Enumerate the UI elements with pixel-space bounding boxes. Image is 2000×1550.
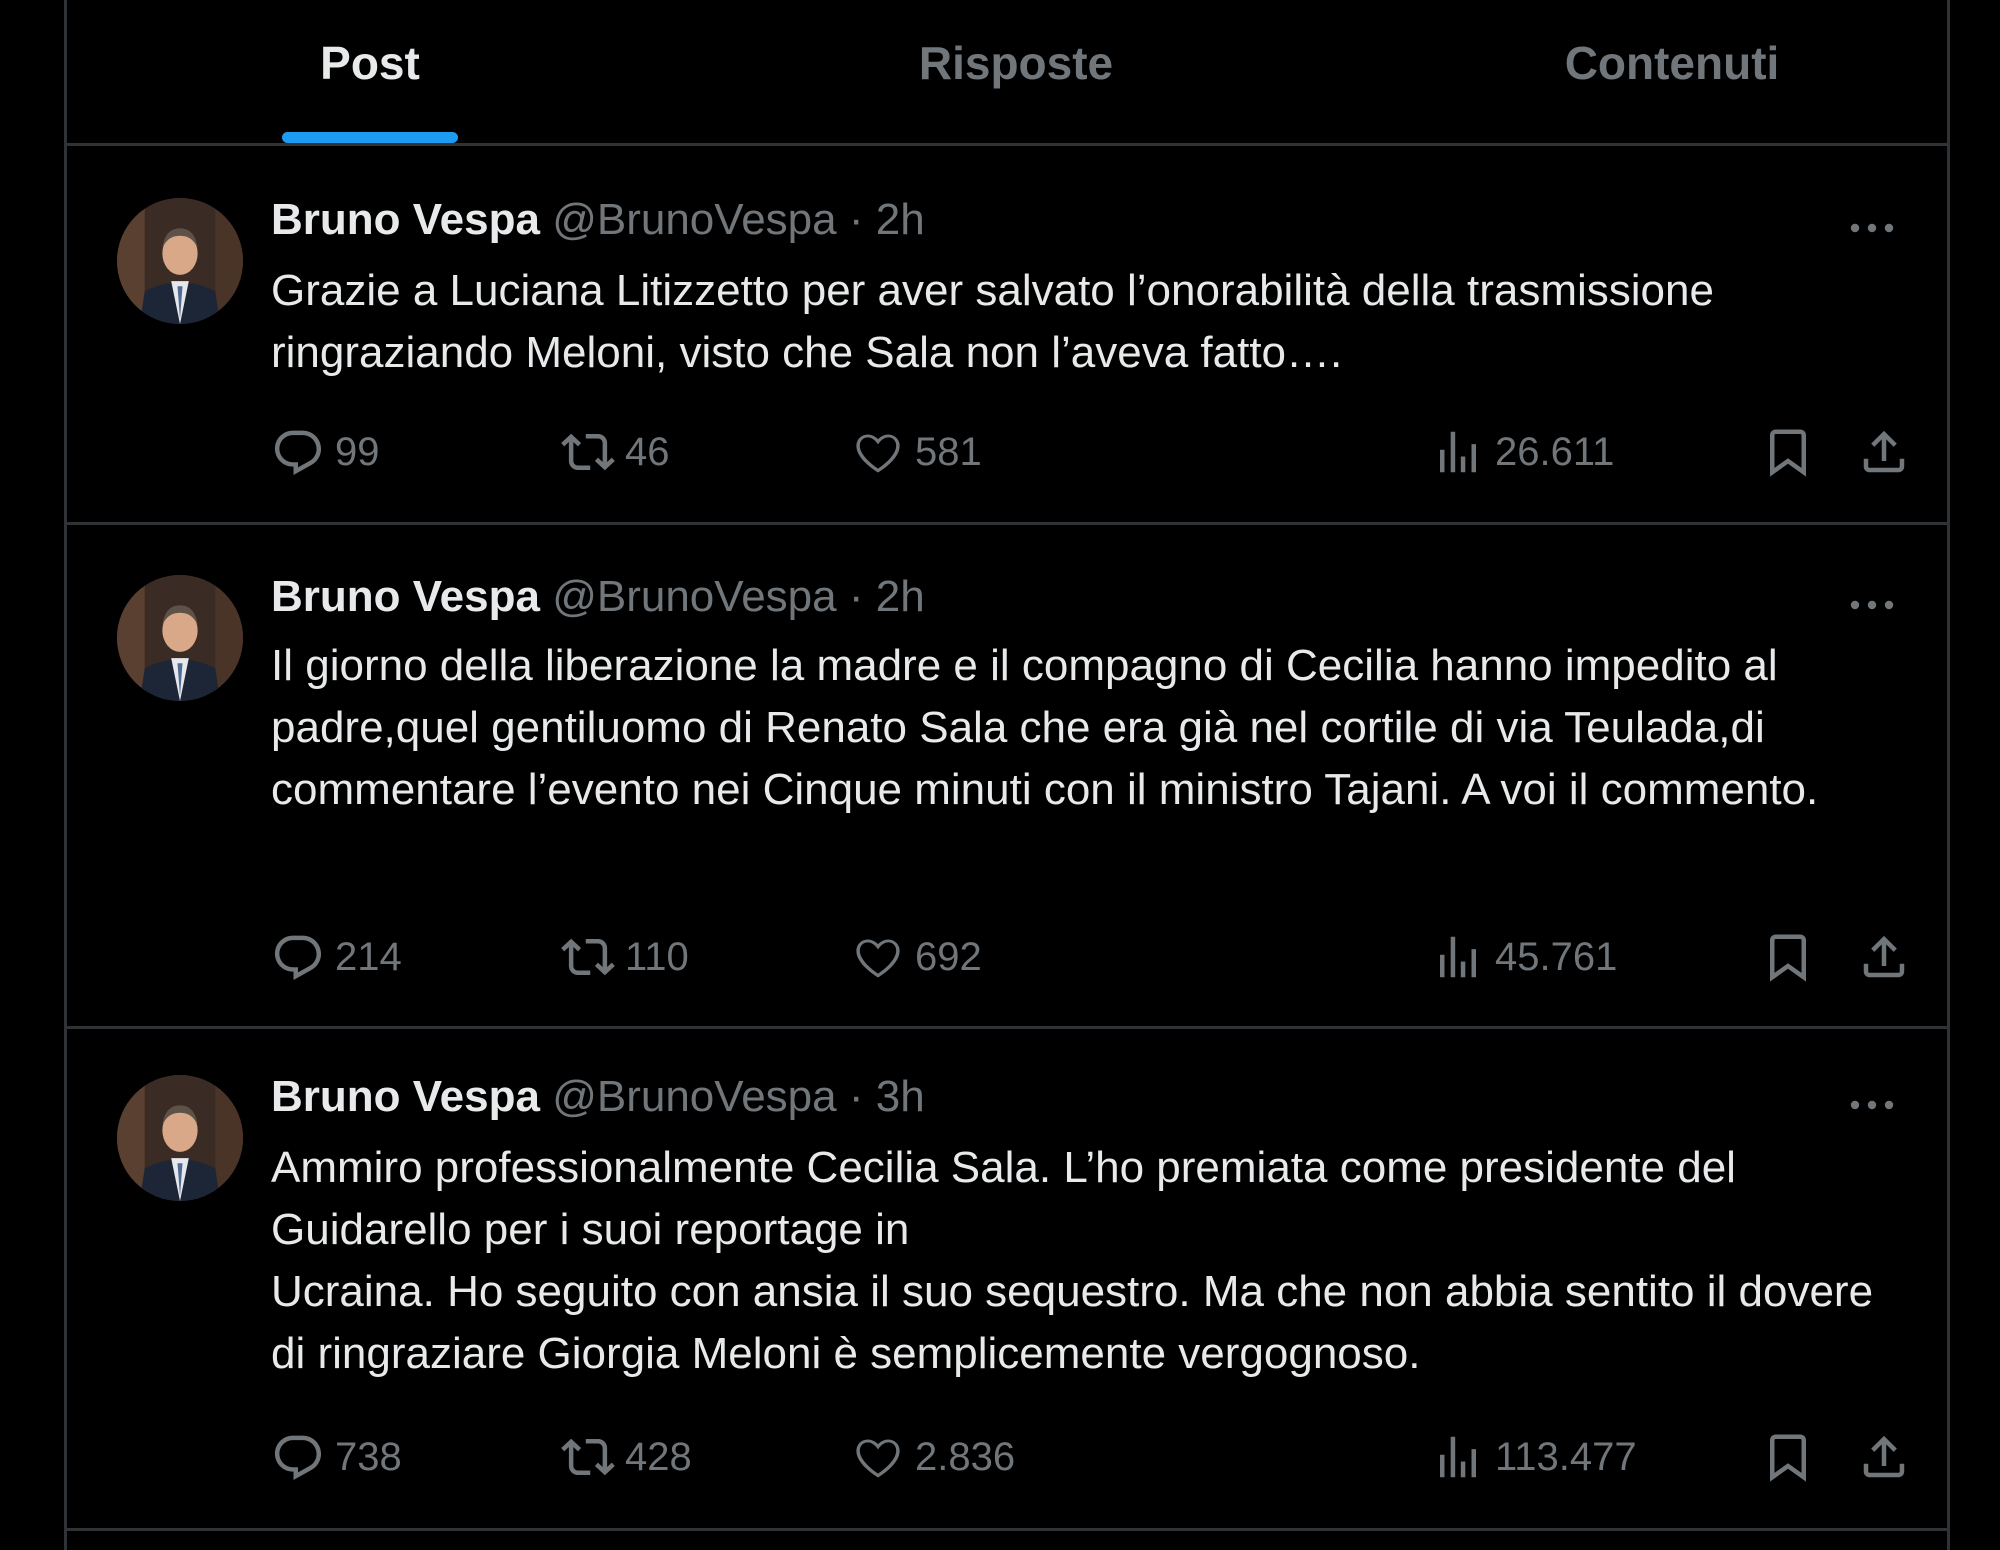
share-button[interactable] [1857,425,1911,479]
avatar-photo [117,1075,243,1201]
tweet[interactable]: Bruno Vespa @BrunoVespa · 2h Grazie a Lu… [67,146,1947,525]
bar-chart-icon [1440,936,1476,978]
share-upload-icon [1863,935,1905,978]
share-button[interactable] [1857,1430,1911,1484]
author-handle[interactable]: @BrunoVespa [552,1072,836,1121]
like-button[interactable]: 692 [851,927,982,987]
views-button[interactable]: 45.761 [1431,927,1617,987]
repost-arrows-icon [561,938,615,976]
tab-risposte[interactable]: Risposte [841,0,1191,143]
tweet-actions: 99 46 581 26.611 [271,422,1905,482]
share-button[interactable] [1857,930,1911,984]
avatar[interactable] [117,1075,243,1201]
tweet[interactable]: Bruno Vespa @BrunoVespa · 2h Il giorno d… [67,525,1947,1029]
bookmark-button[interactable] [1761,1430,1815,1484]
author-name[interactable]: Bruno Vespa [271,1072,540,1121]
tab-label: Risposte [918,37,1114,89]
tweet[interactable]: Bruno Vespa @BrunoVespa · 3h Ammiro prof… [67,1029,1947,1531]
tweet-text-paragraph: Il giorno della liberazione la madre e i… [271,641,1819,814]
bookmark-button[interactable] [1761,930,1815,984]
tweet-timestamp[interactable]: 2h [876,195,925,244]
author-handle[interactable]: @BrunoVespa [552,195,836,244]
reply-count: 738 [335,1434,402,1479]
like-button[interactable]: 2.836 [851,1427,1015,1487]
reply-count: 214 [335,934,402,979]
like-count: 2.836 [915,1434,1016,1479]
avatar[interactable] [117,198,243,324]
profile-timeline: Post Risposte Contenuti Bruno Vespa @Bru… [64,0,1950,1550]
views-count: 113.477 [1495,1434,1637,1479]
avatar-photo [117,575,243,701]
tweet-text: Grazie a Luciana Litizzetto per aver sal… [271,260,1911,384]
tweet-text: Il giorno della liberazione la madre e i… [271,635,1911,821]
tweet-actions: 214 110 692 45.761 [271,927,1905,987]
author-handle[interactable]: @BrunoVespa [552,572,836,621]
tweet-text-paragraph: Ammiro professionalmente Cecilia Sala. L… [271,1143,1736,1254]
bar-chart-icon [1440,1436,1476,1478]
views-count: 26.611 [1495,429,1615,474]
heart-icon [856,434,900,473]
bookmark-icon [1770,934,1806,982]
speech-bubble-icon [274,1435,322,1480]
like-button[interactable]: 581 [851,422,982,482]
separator-dot: · [848,1072,864,1121]
repost-arrows-icon [561,433,615,471]
profile-tabs: Post Risposte Contenuti [67,0,1947,146]
like-count: 692 [915,934,982,979]
share-upload-icon [1863,1435,1905,1478]
repost-button[interactable]: 46 [561,422,670,482]
reply-button[interactable]: 214 [271,927,402,987]
repost-count: 110 [625,934,689,979]
like-count: 581 [915,429,982,474]
bookmark-icon [1770,429,1806,477]
tweet-header: Bruno Vespa @BrunoVespa · 2h [271,194,925,246]
views-button[interactable]: 113.477 [1431,1427,1637,1487]
reply-count: 99 [335,429,380,474]
tweet-header: Bruno Vespa @BrunoVespa · 3h [271,1071,925,1123]
more-options-icon[interactable] [1847,595,1897,615]
tweet-text: Ammiro professionalmente Cecilia Sala. L… [271,1137,1911,1385]
tweet-actions: 738 428 2.836 113.477 [271,1427,1905,1487]
avatar-photo [117,198,243,324]
repost-arrows-icon [561,1438,615,1476]
author-name[interactable]: Bruno Vespa [271,195,540,244]
separator-dot: · [848,572,864,621]
tab-label: Contenuti [1564,37,1780,89]
repost-button[interactable]: 428 [561,1427,692,1487]
avatar[interactable] [117,575,243,701]
more-options-icon[interactable] [1847,218,1897,238]
more-options-icon[interactable] [1847,1095,1897,1115]
reply-button[interactable]: 738 [271,1427,402,1487]
heart-icon [856,939,900,978]
repost-count: 46 [625,429,670,474]
tweet-timestamp[interactable]: 2h [876,572,925,621]
views-count: 45.761 [1495,934,1618,979]
speech-bubble-icon [274,430,322,475]
speech-bubble-icon [274,935,322,980]
reply-button[interactable]: 99 [271,422,380,482]
tweet-timestamp[interactable]: 3h [876,1072,925,1121]
repost-button[interactable]: 110 [561,927,689,987]
author-name[interactable]: Bruno Vespa [271,572,540,621]
heart-icon [856,1439,900,1478]
bar-chart-icon [1440,431,1476,473]
tweet-text-paragraph: Ucraina. Ho seguito con ansia il suo seq… [271,1267,1874,1378]
views-button[interactable]: 26.611 [1431,422,1614,482]
active-tab-indicator [282,132,458,143]
separator-dot: · [848,195,864,244]
share-upload-icon [1863,430,1905,473]
tweet-header: Bruno Vespa @BrunoVespa · 2h [271,571,925,623]
bookmark-button[interactable] [1761,425,1815,479]
tab-contenuti[interactable]: Contenuti [1487,0,1857,143]
bookmark-icon [1770,1434,1806,1482]
tab-label: Post [320,37,420,89]
repost-count: 428 [625,1434,692,1479]
tab-post[interactable]: Post [245,0,495,143]
tweet-text-paragraph: Grazie a Luciana Litizzetto per aver sal… [271,266,1714,377]
